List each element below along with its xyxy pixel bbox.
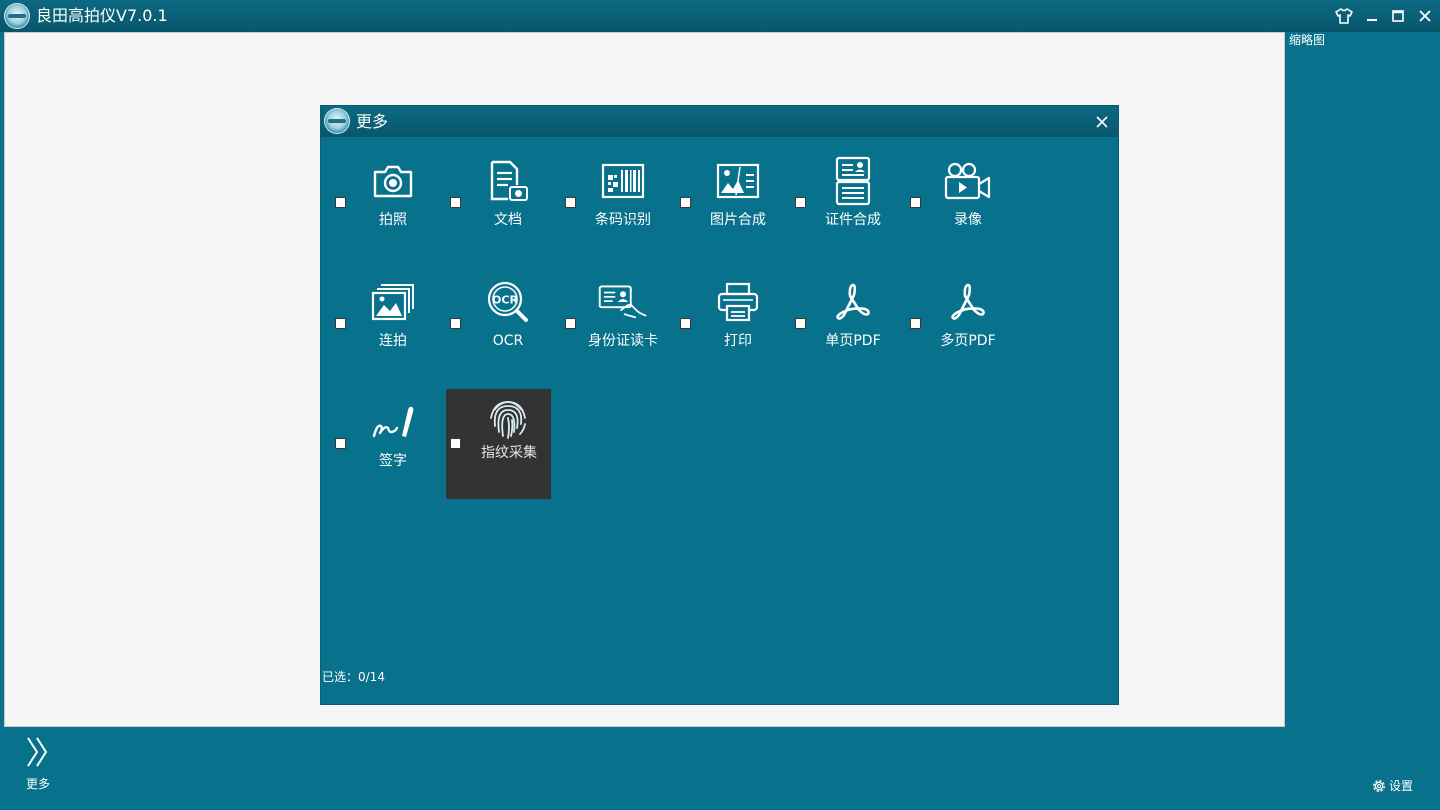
tile-label: 签字: [379, 453, 407, 469]
dialog-title: 更多: [356, 112, 389, 131]
tile-checkbox[interactable]: [680, 318, 691, 329]
burst-photos-icon: [368, 279, 418, 325]
tile-print[interactable]: 打印: [666, 269, 781, 379]
tile-checkbox[interactable]: [795, 197, 806, 208]
title-bar: 良田高拍仪V7.0.1: [0, 0, 1440, 32]
tile-checkbox[interactable]: [565, 318, 576, 329]
settings-label: 设置: [1389, 779, 1414, 793]
barcode-icon: [598, 158, 648, 204]
fingerprint-icon: [483, 395, 533, 441]
id-merge-icon: [828, 156, 878, 206]
signature-icon: [368, 399, 418, 445]
app-logo-icon: [4, 3, 30, 29]
svg-text:OCR: OCR: [492, 294, 518, 307]
minimize-icon[interactable]: [1361, 6, 1383, 26]
pdf-icon: [828, 279, 878, 325]
camera-icon: [368, 158, 418, 204]
pdf-icon: [943, 279, 993, 325]
tile-id-merge[interactable]: 证件合成: [781, 148, 896, 258]
tile-label: 录像: [954, 212, 982, 228]
tile-label: 多页PDF: [940, 333, 996, 349]
video-camera-icon: [943, 158, 993, 204]
tile-label: 文档: [494, 212, 522, 228]
tile-image-merge[interactable]: 图片合成: [666, 148, 781, 258]
tile-photo[interactable]: 拍照: [321, 148, 436, 258]
tile-burst[interactable]: 连拍: [321, 269, 436, 379]
tile-label: 条码识别: [595, 212, 651, 228]
id-card-reader-icon: [598, 279, 648, 325]
tile-label: 证件合成: [825, 212, 881, 228]
tile-label: 指纹采集: [481, 445, 537, 461]
ocr-icon: OCR: [483, 279, 533, 325]
tile-multi-pdf[interactable]: 多页PDF: [896, 269, 1011, 379]
tile-single-pdf[interactable]: 单页PDF: [781, 269, 896, 379]
tile-fingerprint[interactable]: 指纹采集: [446, 389, 551, 499]
image-merge-icon: [713, 158, 763, 204]
tile-checkbox[interactable]: [335, 438, 346, 449]
tile-checkbox[interactable]: [565, 197, 576, 208]
gear-icon: [1373, 780, 1385, 792]
more-label: 更多: [25, 777, 50, 791]
more-button[interactable]: 更多: [18, 732, 62, 796]
selected-count: 已选：0/14: [322, 670, 385, 684]
tile-label: 单页PDF: [825, 333, 881, 349]
tile-label: 打印: [724, 333, 752, 349]
more-dialog: 更多 拍照 文档 条码识别 图片合成 证件合成 录像 连拍 OCR OCR 身份…: [320, 105, 1119, 705]
tile-ocr[interactable]: OCR OCR: [436, 269, 551, 379]
tile-checkbox[interactable]: [450, 438, 461, 449]
maximize-icon[interactable]: [1387, 6, 1409, 26]
tile-checkbox[interactable]: [335, 197, 346, 208]
tile-checkbox[interactable]: [450, 318, 461, 329]
tile-checkbox[interactable]: [450, 197, 461, 208]
tile-label: 身份证读卡: [588, 333, 658, 349]
tile-signature[interactable]: 签字: [321, 389, 436, 499]
tile-checkbox[interactable]: [910, 197, 921, 208]
skin-icon[interactable]: [1333, 6, 1355, 26]
tile-checkbox[interactable]: [680, 197, 691, 208]
dialog-logo-icon: [324, 108, 350, 134]
dialog-close-icon[interactable]: [1092, 112, 1112, 132]
tile-label: 拍照: [379, 212, 407, 228]
tile-barcode[interactable]: 条码识别: [551, 148, 666, 258]
tile-checkbox[interactable]: [335, 318, 346, 329]
tile-checkbox[interactable]: [795, 318, 806, 329]
printer-icon: [713, 279, 763, 325]
dialog-title-bar[interactable]: 更多: [321, 106, 1118, 137]
close-icon[interactable]: [1414, 6, 1436, 26]
double-chevron-right-icon: [27, 737, 48, 767]
tile-label: 连拍: [379, 333, 407, 349]
tile-document[interactable]: 文档: [436, 148, 551, 258]
tile-label: 图片合成: [710, 212, 766, 228]
tile-label: OCR: [492, 333, 524, 349]
tile-checkbox[interactable]: [910, 318, 921, 329]
tile-id-card-reader[interactable]: 身份证读卡: [551, 269, 666, 379]
settings-button[interactable]: 设置: [1371, 777, 1413, 795]
thumbnails-label: 缩略图: [1289, 33, 1326, 47]
app-title: 良田高拍仪V7.0.1: [36, 6, 168, 25]
tile-video[interactable]: 录像: [896, 148, 1011, 258]
document-icon: [483, 158, 533, 204]
